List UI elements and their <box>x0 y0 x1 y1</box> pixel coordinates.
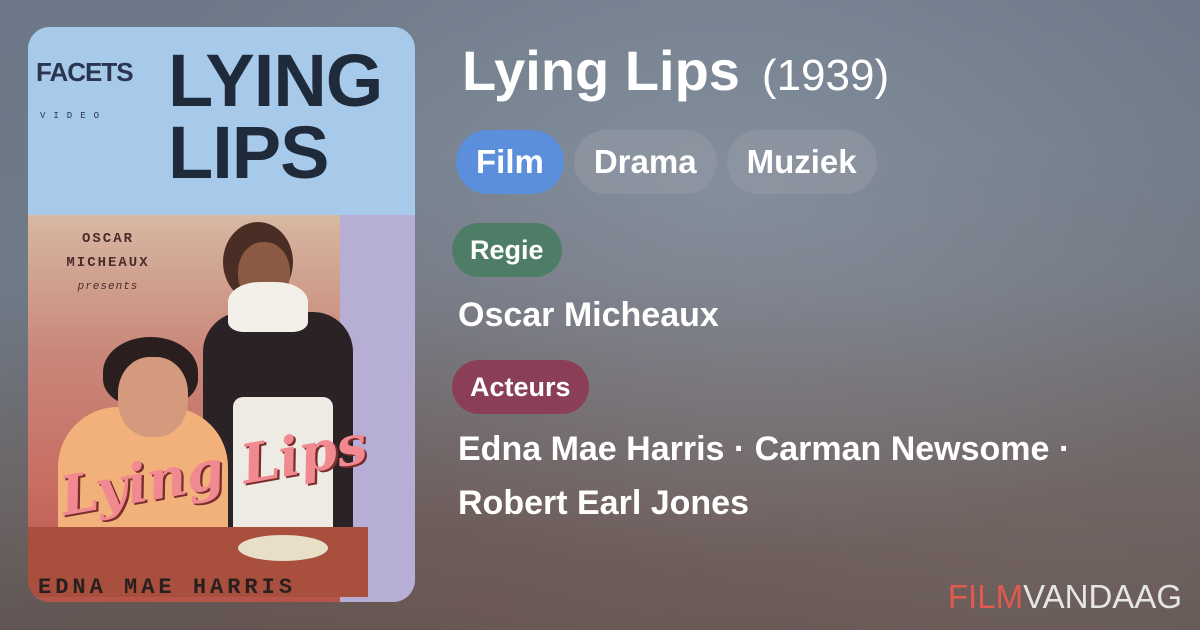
poster-figure-collar <box>228 282 308 332</box>
genre-pill-film[interactable]: Film <box>456 130 564 194</box>
director-label: Regie <box>452 223 562 277</box>
actors-line-1: Edna Mae Harris · Carman Newsome · <box>458 430 1071 468</box>
title-row: Lying Lips (1939) <box>456 38 1176 118</box>
genre-list: Film Drama Muziek <box>456 130 877 194</box>
actors-label: Acteurs <box>452 360 589 414</box>
genre-pill-muziek[interactable]: Muziek <box>726 130 877 194</box>
poster-figure-seated-face <box>118 357 188 437</box>
movie-poster: FACETS VIDEO LYING LIPS OSCAR MICHEAUX p… <box>28 27 415 602</box>
poster-presents-line2: MICHEAUX <box>66 255 150 271</box>
poster-title: LYING LIPS <box>168 39 383 194</box>
director-name: Oscar Micheaux <box>458 296 719 334</box>
poster-presents: OSCAR MICHEAUX presents <box>38 227 178 299</box>
poster-presents-line1: OSCAR <box>81 231 134 247</box>
poster-logo: FACETS <box>36 57 134 87</box>
poster-plate <box>238 535 328 561</box>
movie-year: (1939) <box>761 51 890 100</box>
movie-title: Lying Lips <box>462 39 740 102</box>
actors-list: Edna Mae Harris · Carman Newsome · Rober… <box>458 422 1178 530</box>
actors-line-2: Robert Earl Jones <box>458 484 749 522</box>
poster-logo-sub: VIDEO <box>40 111 108 121</box>
brand-logo-film: FILM <box>947 578 1024 615</box>
brand-logo-vandaag: VANDAAG <box>1023 578 1182 615</box>
genre-pill-drama[interactable]: Drama <box>573 130 717 194</box>
movie-info: Lying Lips (1939) Film Drama Muziek Regi… <box>452 38 1176 522</box>
poster-presents-line3: presents <box>77 281 139 293</box>
poster-bottom-credit: EDNA MAE HARRIS <box>38 575 297 600</box>
brand-logo: FILMVANDAAG <box>948 578 1182 616</box>
